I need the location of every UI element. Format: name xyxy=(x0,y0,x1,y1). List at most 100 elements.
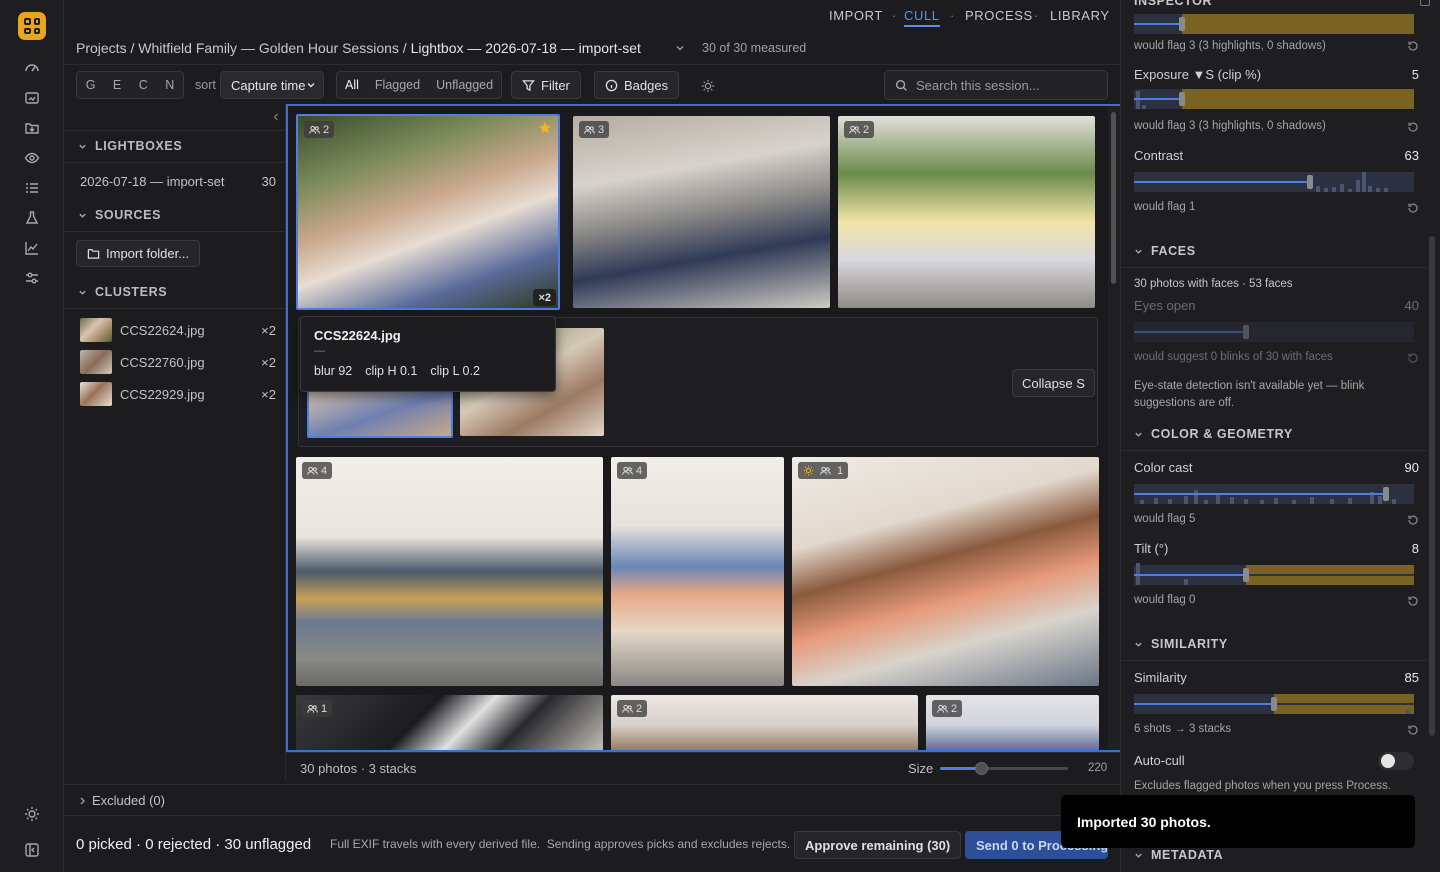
similarity-section-header[interactable]: SIMILARITY xyxy=(1134,637,1228,651)
chevron-down-icon xyxy=(79,213,86,218)
photo-tile[interactable]: 2 xyxy=(611,695,918,750)
faces-section-header[interactable]: FACES xyxy=(1134,244,1196,258)
chart-icon[interactable] xyxy=(20,236,44,260)
slider-thumb xyxy=(1243,325,1249,339)
clusters-section-header[interactable]: CLUSTERS xyxy=(78,285,167,299)
cluster-count: ×2 xyxy=(261,386,276,402)
tilt-slider[interactable] xyxy=(1134,559,1414,591)
lightboxes-section-header[interactable]: LIGHTBOXES xyxy=(78,139,182,153)
similarity-value: 85 xyxy=(1404,670,1419,685)
breadcrumb-projects[interactable]: Projects xyxy=(76,40,127,56)
flask-icon[interactable] xyxy=(20,206,44,230)
color-cast-slider[interactable] xyxy=(1134,478,1414,510)
histogram-bar xyxy=(1376,188,1380,192)
reset-icon[interactable] xyxy=(1407,724,1419,736)
reset-icon[interactable] xyxy=(1407,202,1419,214)
import-folder-button[interactable]: Import folder... xyxy=(76,240,201,267)
filter-all[interactable]: All xyxy=(337,78,367,92)
star-icon[interactable] xyxy=(538,121,552,135)
grade-key-c[interactable]: C xyxy=(131,78,156,92)
import-folder-label: Import folder... xyxy=(106,246,190,261)
cluster-thumbnail xyxy=(80,350,112,374)
eyes-open-slider[interactable] xyxy=(1134,316,1414,348)
size-slider[interactable] xyxy=(940,762,1068,775)
folder-icon xyxy=(87,249,100,259)
metadata-section-header[interactable]: METADATA xyxy=(1134,848,1223,862)
photo-tile[interactable]: 1 xyxy=(792,457,1099,686)
nav-library[interactable]: LIBRARY xyxy=(1050,8,1110,23)
reset-icon[interactable] xyxy=(1407,514,1419,526)
size-slider-thumb[interactable] xyxy=(974,762,988,775)
reset-icon[interactable] xyxy=(1407,121,1419,133)
photo-tile[interactable]: 4 xyxy=(296,457,603,686)
similarity-slider[interactable] xyxy=(1134,688,1414,720)
sliders-icon[interactable] xyxy=(20,266,44,290)
histogram-bar xyxy=(1384,188,1388,192)
cluster-item[interactable]: CCS22929.jpg ×2 xyxy=(80,382,276,406)
reset-icon[interactable] xyxy=(1407,595,1419,607)
histogram-bar xyxy=(1406,710,1410,714)
contrast-slider[interactable] xyxy=(1134,166,1414,198)
excluded-section[interactable]: Excluded (0) xyxy=(64,784,1120,816)
face-count-badge: 2 xyxy=(932,700,963,717)
color-geometry-section-header[interactable]: COLOR & GEOMETRY xyxy=(1134,427,1293,441)
import-folder-icon[interactable] xyxy=(20,86,44,110)
nav-import[interactable]: IMPORT xyxy=(829,8,883,23)
filter-unflagged[interactable]: Unflagged xyxy=(428,78,501,92)
grade-key-n[interactable]: N xyxy=(157,78,182,92)
brightness-icon[interactable] xyxy=(701,79,715,93)
grade-key-g[interactable]: G xyxy=(78,78,104,92)
badges-button[interactable]: Badges xyxy=(594,71,680,99)
list-check-icon[interactable] xyxy=(20,176,44,200)
app-logo-icon[interactable] xyxy=(18,12,46,40)
folder-download-icon[interactable] xyxy=(20,116,44,140)
eye-icon[interactable] xyxy=(20,146,44,170)
breadcrumb-chevron-down-icon[interactable] xyxy=(674,42,686,54)
collapse-sidebar-icon[interactable] xyxy=(272,112,280,122)
cluster-item[interactable]: CCS22760.jpg ×2 xyxy=(80,350,276,374)
sources-section-header[interactable]: SOURCES xyxy=(78,208,161,222)
panel-toggle-icon[interactable] xyxy=(20,838,44,862)
inspector-scrollbar[interactable] xyxy=(1429,236,1435,736)
cluster-name: CCS22624.jpg xyxy=(120,322,205,338)
search-input[interactable]: Search this session... xyxy=(884,70,1108,100)
stack-count-badge[interactable]: ×2 xyxy=(533,289,556,306)
approve-remaining-button[interactable]: Approve remaining (30) xyxy=(794,831,962,859)
filter-flagged[interactable]: Flagged xyxy=(367,78,428,92)
sun-icon[interactable] xyxy=(20,802,44,826)
reset-icon[interactable] xyxy=(1407,352,1419,364)
faces-icon xyxy=(307,466,318,475)
exposure-slider[interactable] xyxy=(1134,83,1414,115)
reset-icon[interactable] xyxy=(1407,40,1419,52)
nav-cull[interactable]: CULL xyxy=(904,8,940,27)
excluded-label: Excluded (0) xyxy=(92,793,165,808)
photo-tile[interactable]: 2 ×2 xyxy=(296,114,560,310)
breadcrumb-separator: / xyxy=(126,40,139,56)
faces-icon xyxy=(849,125,860,134)
sort-select[interactable]: Capture time xyxy=(220,71,324,99)
filter-button[interactable]: Filter xyxy=(511,71,581,99)
chevron-down-icon xyxy=(307,82,315,88)
faces-icon xyxy=(937,704,948,713)
nav-process[interactable]: PROCESS xyxy=(965,8,1033,23)
breadcrumb-project[interactable]: Whitfield Family — Golden Hour Sessions xyxy=(138,40,399,56)
slider-thumb xyxy=(1307,175,1313,189)
filter-button-label: Filter xyxy=(541,77,570,93)
grade-key-e[interactable]: E xyxy=(105,78,129,92)
color-cast-value: 90 xyxy=(1404,460,1419,475)
photo-grid: 2 ×2 3 2 Collapse S CCS22624.jpg — blur … xyxy=(286,104,1120,752)
photo-tile[interactable]: 2 xyxy=(838,116,1095,308)
grid-scrollbar[interactable] xyxy=(1108,106,1120,750)
faces-title: FACES xyxy=(1151,244,1196,258)
photo-tile[interactable]: 4 xyxy=(611,457,784,686)
auto-cull-toggle[interactable] xyxy=(1378,752,1414,770)
lightbox-item[interactable]: 2026-07-18 — import-set 30 xyxy=(80,174,276,189)
photo-tile[interactable]: 2 xyxy=(926,695,1099,750)
dashboard-icon[interactable] xyxy=(20,56,44,80)
face-count: 2 xyxy=(636,702,643,715)
cluster-item[interactable]: CCS22624.jpg ×2 xyxy=(80,318,276,342)
photo-tile[interactable]: 3 xyxy=(573,116,830,308)
popout-icon[interactable] xyxy=(1420,0,1430,6)
collapse-stack-button[interactable]: Collapse S xyxy=(1012,369,1095,397)
photo-tile[interactable]: 1 xyxy=(296,695,603,750)
